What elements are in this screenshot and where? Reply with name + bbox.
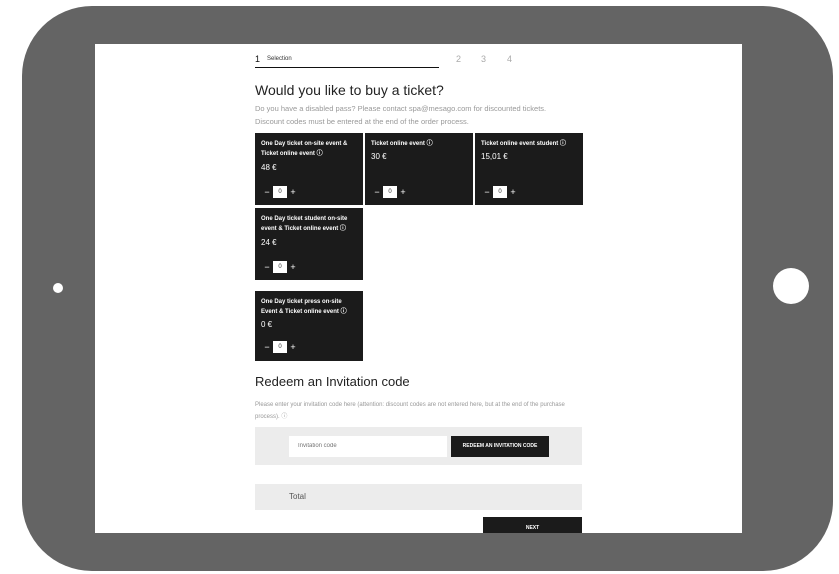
ticket-card: One Day ticket student on-site event & T… xyxy=(255,208,363,280)
minus-button[interactable]: − xyxy=(261,186,273,198)
ticket-card: Ticket online event student ⓘ 15,01 € − … xyxy=(475,133,583,205)
minus-button[interactable]: − xyxy=(261,261,273,273)
step-4[interactable]: 4 xyxy=(507,54,512,64)
step-label: Selection xyxy=(267,56,292,62)
quantity-stepper: − 0 + xyxy=(261,261,301,273)
minus-button[interactable]: − xyxy=(261,341,273,353)
quantity-value[interactable]: 0 xyxy=(273,186,287,198)
plus-button[interactable]: + xyxy=(397,186,409,198)
ticket-name: Ticket online event ⓘ xyxy=(371,141,433,147)
ticket-price: 15,01 € xyxy=(481,152,508,161)
ticket-price: 0 € xyxy=(261,320,273,329)
ticket-card: Ticket online event ⓘ 30 € − 0 + xyxy=(365,133,473,205)
quantity-value[interactable]: 0 xyxy=(273,341,287,353)
ticket-card: One Day ticket press on-site Event & Tic… xyxy=(255,291,363,361)
ticket-name: Ticket online event student ⓘ xyxy=(481,141,566,147)
page-title: Would you like to buy a ticket? xyxy=(255,82,444,98)
step-2[interactable]: 2 xyxy=(456,54,461,64)
camera-dot xyxy=(53,283,63,293)
step-selection[interactable]: 1 Selection xyxy=(255,52,439,68)
quantity-stepper: − 0 + xyxy=(261,341,301,353)
invitation-code-input[interactable] xyxy=(289,436,447,457)
discount-note: Discount codes must be entered at the en… xyxy=(255,117,469,126)
plus-button[interactable]: + xyxy=(287,186,299,198)
home-button xyxy=(773,268,809,304)
ticket-price: 24 € xyxy=(261,238,277,247)
ticket-name: One Day ticket on-site event & Ticket on… xyxy=(261,141,348,157)
ticket-name: One Day ticket press on-site Event & Tic… xyxy=(261,299,347,315)
redeem-description: Please enter your invitation code here (… xyxy=(255,402,565,420)
next-button[interactable]: NEXT xyxy=(483,517,582,533)
ticket-card: One Day ticket on-site event & Ticket on… xyxy=(255,133,363,205)
minus-button[interactable]: − xyxy=(371,186,383,198)
redeem-button[interactable]: REDEEM AN INVITATION CODE xyxy=(451,436,549,457)
plus-button[interactable]: + xyxy=(507,186,519,198)
total-panel: Total xyxy=(255,484,582,510)
quantity-stepper: − 0 + xyxy=(371,186,411,198)
ticket-price: 48 € xyxy=(261,163,277,172)
quantity-value[interactable]: 0 xyxy=(383,186,397,198)
plus-button[interactable]: + xyxy=(287,261,299,273)
redeem-heading: Redeem an Invitation code xyxy=(255,374,410,389)
plus-button[interactable]: + xyxy=(287,341,299,353)
disabled-pass-note: Do you have a disabled pass? Please cont… xyxy=(255,104,547,113)
quantity-value[interactable]: 0 xyxy=(273,261,287,273)
quantity-stepper: − 0 + xyxy=(261,186,301,198)
stepper: 1 Selection 2 3 4 xyxy=(255,52,535,68)
quantity-value[interactable]: 0 xyxy=(493,186,507,198)
quantity-stepper: − 0 + xyxy=(481,186,521,198)
step-3[interactable]: 3 xyxy=(481,54,486,64)
step-number: 1 xyxy=(255,54,261,64)
minus-button[interactable]: − xyxy=(481,186,493,198)
ticket-price: 30 € xyxy=(371,152,387,161)
screen: 1 Selection 2 3 4 Would you like to buy … xyxy=(95,44,742,533)
invitation-panel: REDEEM AN INVITATION CODE xyxy=(255,427,582,465)
ticket-name: One Day ticket student on-site event & T… xyxy=(261,216,348,232)
total-label: Total xyxy=(289,492,306,501)
